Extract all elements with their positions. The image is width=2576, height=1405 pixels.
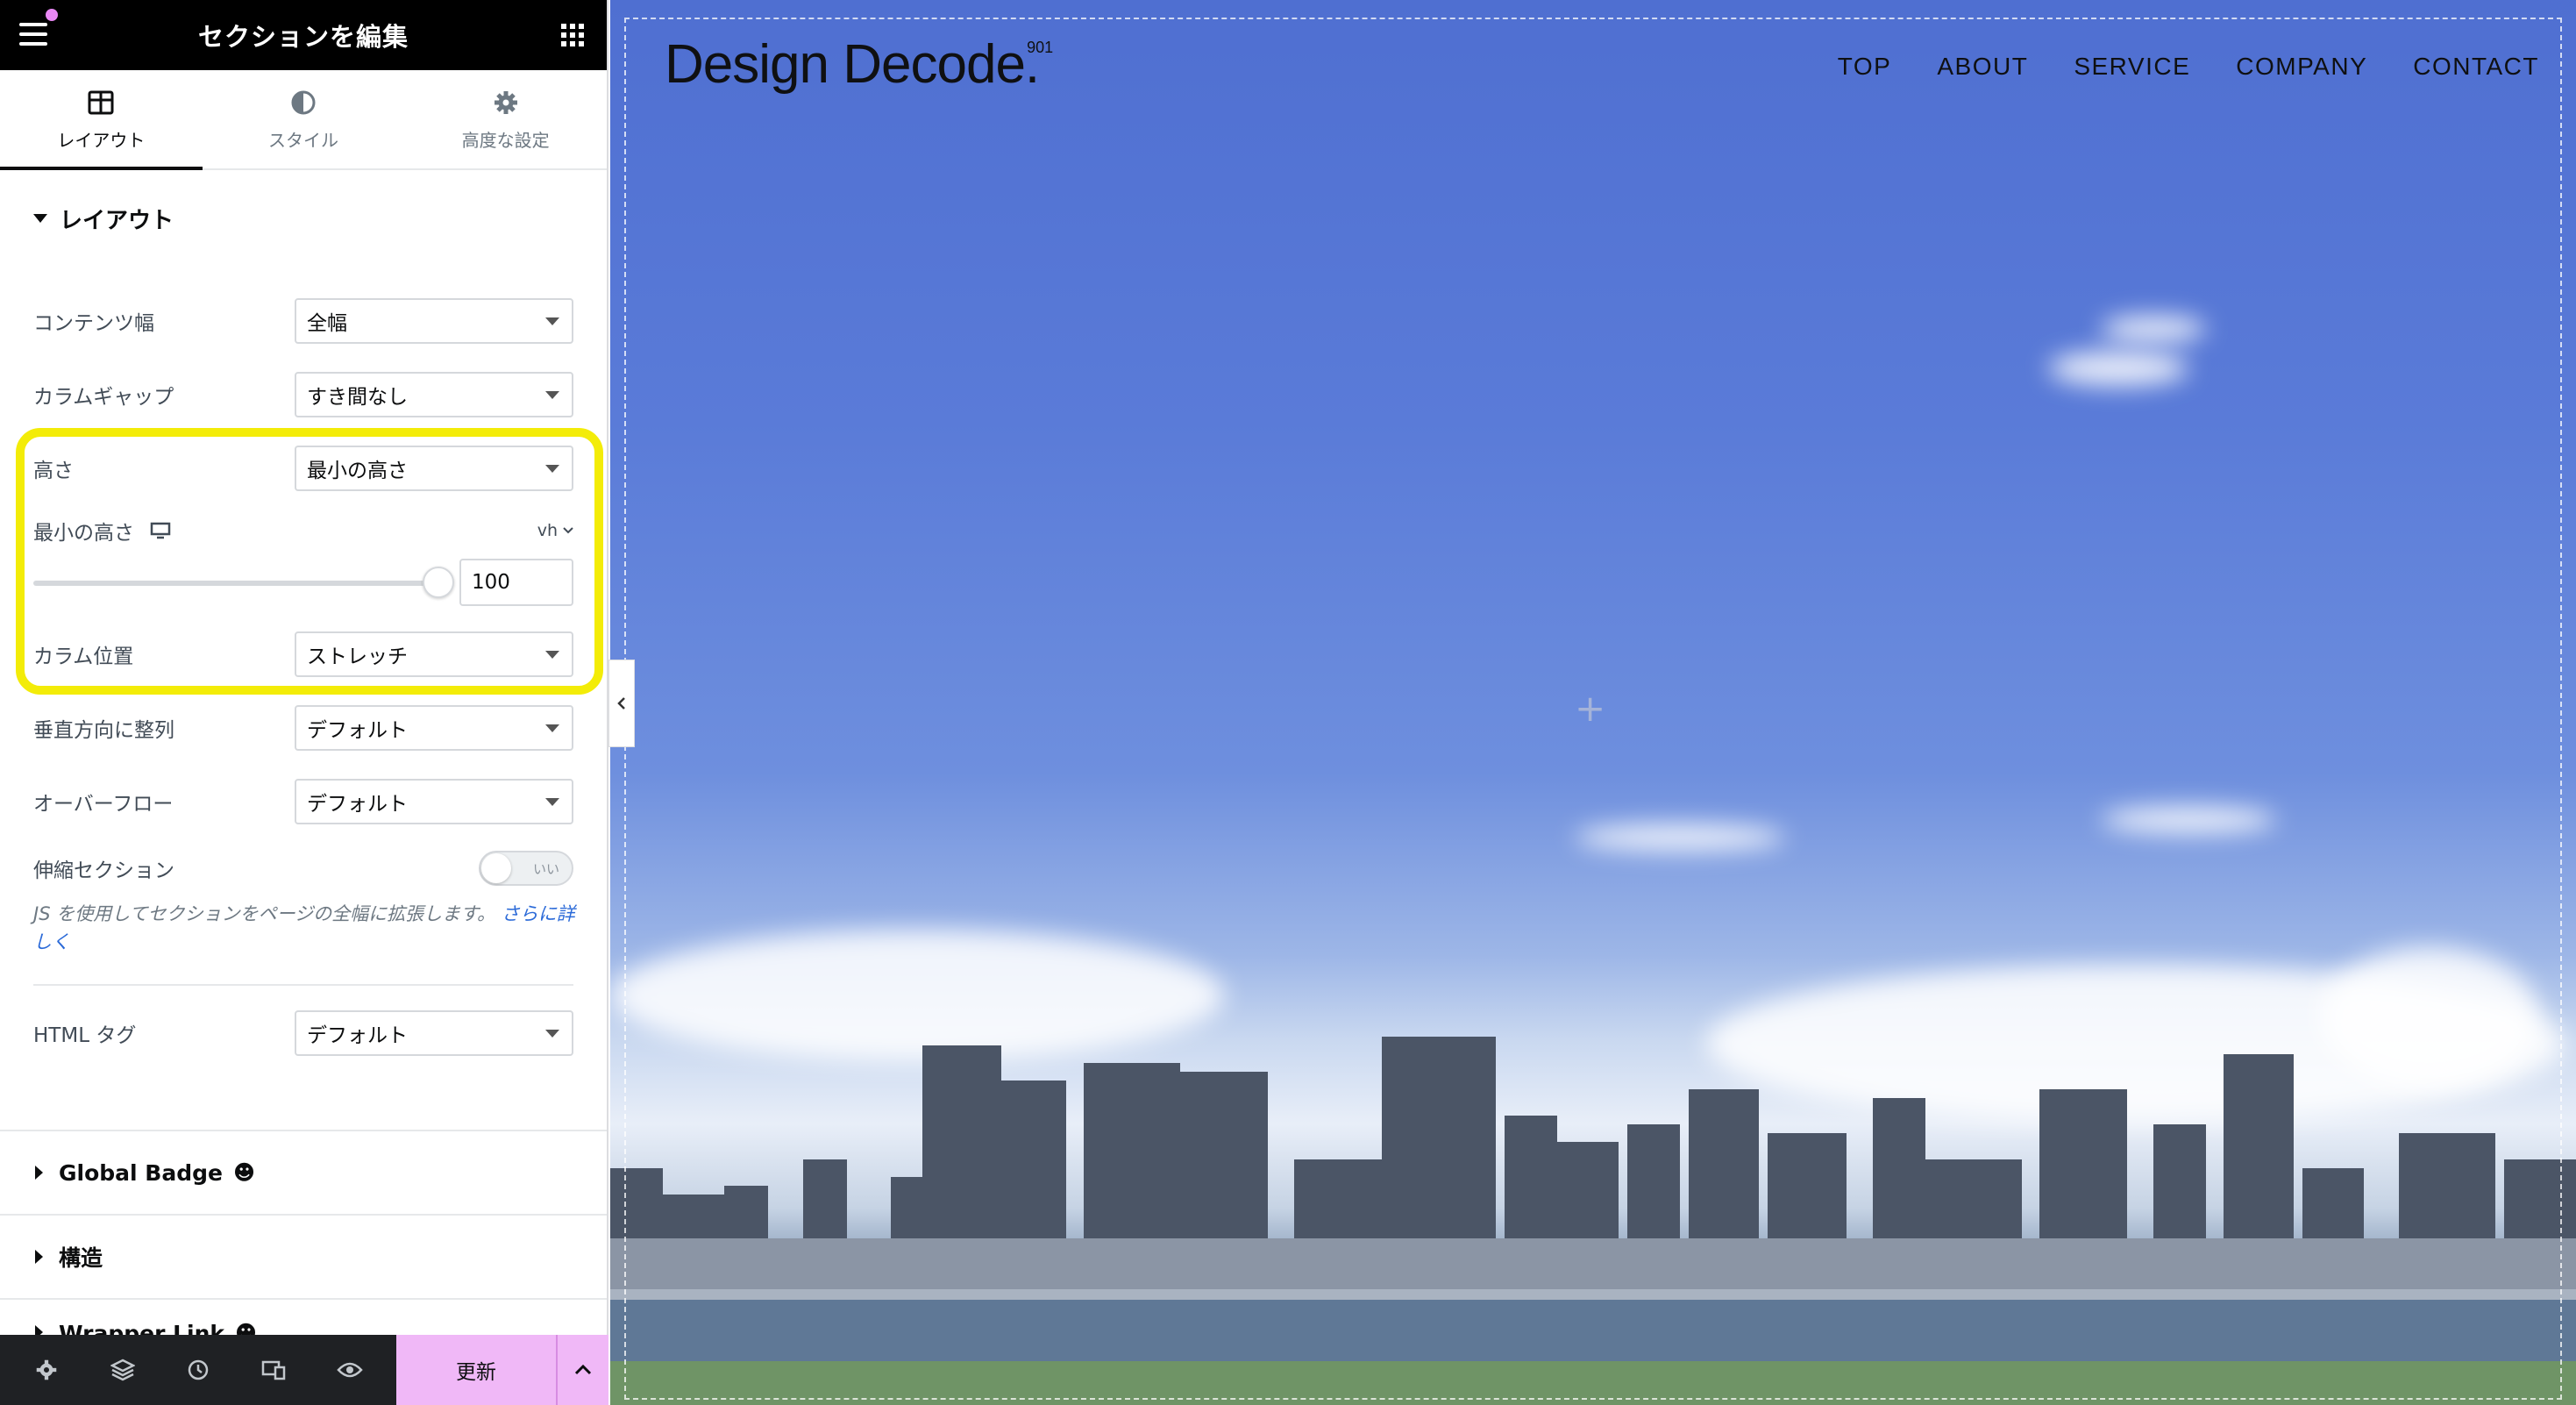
- site-logo[interactable]: Design Decode. 901: [665, 33, 1053, 96]
- notification-dot: [46, 9, 58, 21]
- column-gap-row: カラムギャップ すき間なし: [33, 372, 573, 417]
- collapse-panel-handle[interactable]: [608, 660, 635, 747]
- caret-down-icon: [33, 214, 47, 223]
- add-element-icon[interactable]: +: [1575, 687, 1605, 730]
- city-skyline-image: [610, 1037, 2576, 1405]
- vertical-align-value: デフォルト: [307, 719, 408, 742]
- logo-text: Design Decode.: [665, 34, 1040, 95]
- page-preview[interactable]: Design Decode. 901 TOP ABOUT SERVICE COM…: [610, 0, 2576, 1405]
- stretch-section-row: 伸縮セクション いい: [33, 851, 573, 886]
- stretch-section-label: 伸縮セクション: [33, 859, 174, 882]
- vertical-align-label: 垂直方向に整列: [33, 719, 174, 742]
- chevron-left-icon: [617, 697, 625, 710]
- panel-tabs: レイアウト スタイル 高度な設定: [0, 70, 607, 170]
- half-circle-icon: [290, 88, 317, 118]
- chevron-up-icon: [574, 1365, 592, 1375]
- nav-contact[interactable]: CONTACT: [2413, 53, 2539, 81]
- nav-top[interactable]: TOP: [1838, 53, 1892, 81]
- nav-company[interactable]: COMPANY: [2236, 53, 2367, 81]
- overflow-label: オーバーフロー: [33, 793, 174, 816]
- html-tag-select[interactable]: デフォルト: [295, 1010, 573, 1056]
- cloud: [2101, 807, 2276, 833]
- content-width-value: 全幅: [307, 312, 347, 335]
- publish-options-button[interactable]: [556, 1335, 608, 1405]
- toggle-text: いい: [532, 860, 559, 877]
- accordion-structure[interactable]: 構造: [0, 1214, 607, 1298]
- accordion-global-badge[interactable]: Global Badge ☻: [0, 1130, 607, 1214]
- accordion-structure-label: 構造: [59, 1245, 103, 1271]
- vertical-align-select[interactable]: デフォルト: [295, 705, 573, 751]
- badge-emoji-icon: ☻: [232, 1160, 256, 1185]
- dropdown-arrow-icon: [545, 390, 559, 399]
- site-nav: TOP ABOUT SERVICE COMPANY CONTACT: [1838, 53, 2539, 81]
- overflow-row: オーバーフロー デフォルト: [33, 779, 573, 824]
- tab-advanced[interactable]: 高度な設定: [404, 70, 607, 168]
- caret-right-icon: [35, 1250, 43, 1264]
- cloud: [2048, 351, 2188, 386]
- dropdown-arrow-icon: [545, 797, 559, 806]
- column-gap-label: カラムギャップ: [33, 386, 174, 409]
- html-tag-label: HTML タグ: [33, 1024, 137, 1047]
- tab-layout[interactable]: レイアウト: [0, 70, 203, 170]
- menu-icon[interactable]: [19, 23, 47, 46]
- responsive-icon[interactable]: [253, 1350, 294, 1390]
- nav-service[interactable]: SERVICE: [2074, 53, 2190, 81]
- content-width-label: コンテンツ幅: [33, 312, 154, 335]
- nav-about[interactable]: ABOUT: [1937, 53, 2028, 81]
- cloud: [1575, 824, 1785, 851]
- dropdown-arrow-icon: [545, 724, 559, 732]
- preview-eye-icon[interactable]: [330, 1350, 370, 1390]
- panel-title: セクションを編集: [197, 22, 409, 52]
- editor-panel: セクションを編集 レイアウト スタイル 高度な設定 レイアウト コンテンツ幅 全…: [0, 0, 608, 1405]
- section-title: レイアウト: [60, 207, 174, 234]
- panel-footer: 更新: [0, 1335, 608, 1405]
- divider: [33, 984, 573, 986]
- column-gap-select[interactable]: すき間なし: [295, 372, 573, 417]
- stretch-section-toggle[interactable]: いい: [479, 851, 573, 886]
- overflow-select[interactable]: デフォルト: [295, 779, 573, 824]
- yellow-highlight-box: [16, 428, 603, 695]
- dropdown-arrow-icon: [545, 317, 559, 325]
- gear-icon: [493, 88, 519, 118]
- content-width-row: コンテンツ幅 全幅: [33, 298, 573, 344]
- stretch-note-text: JS を使用してセクションをページの全幅に拡張します。: [33, 903, 496, 924]
- tab-advanced-label: 高度な設定: [461, 129, 550, 151]
- column-gap-value: すき間なし: [307, 386, 408, 409]
- accordion-global-badge-label: Global Badge: [59, 1159, 223, 1186]
- cloud: [2101, 316, 2206, 342]
- footer-icons: [0, 1350, 396, 1390]
- overflow-value: デフォルト: [307, 793, 408, 816]
- content-width-select[interactable]: 全幅: [295, 298, 573, 344]
- history-icon[interactable]: [178, 1350, 218, 1390]
- tab-style-label: スタイル: [268, 129, 338, 151]
- toggle-knob: [481, 853, 511, 883]
- settings-icon[interactable]: [26, 1350, 67, 1390]
- panel-header: セクションを編集: [0, 0, 607, 70]
- dropdown-arrow-icon: [545, 1029, 559, 1038]
- html-tag-value: デフォルト: [307, 1024, 408, 1047]
- caret-right-icon: [35, 1166, 43, 1180]
- columns-icon: [88, 88, 114, 118]
- tab-layout-label: レイアウト: [57, 129, 146, 151]
- html-tag-row: HTML タグ デフォルト: [33, 1010, 573, 1056]
- widgets-grid-icon[interactable]: [561, 24, 584, 46]
- vertical-align-row: 垂直方向に整列 デフォルト: [33, 705, 573, 751]
- update-button[interactable]: 更新: [396, 1335, 556, 1405]
- logo-superscript: 901: [1027, 39, 1054, 56]
- layout-section-toggle[interactable]: レイアウト: [0, 170, 607, 267]
- layers-icon[interactable]: [103, 1350, 143, 1390]
- stretch-note: JS を使用してセクションをページの全幅に拡張します。 さらに詳しく: [33, 900, 577, 956]
- tab-style[interactable]: スタイル: [203, 70, 405, 168]
